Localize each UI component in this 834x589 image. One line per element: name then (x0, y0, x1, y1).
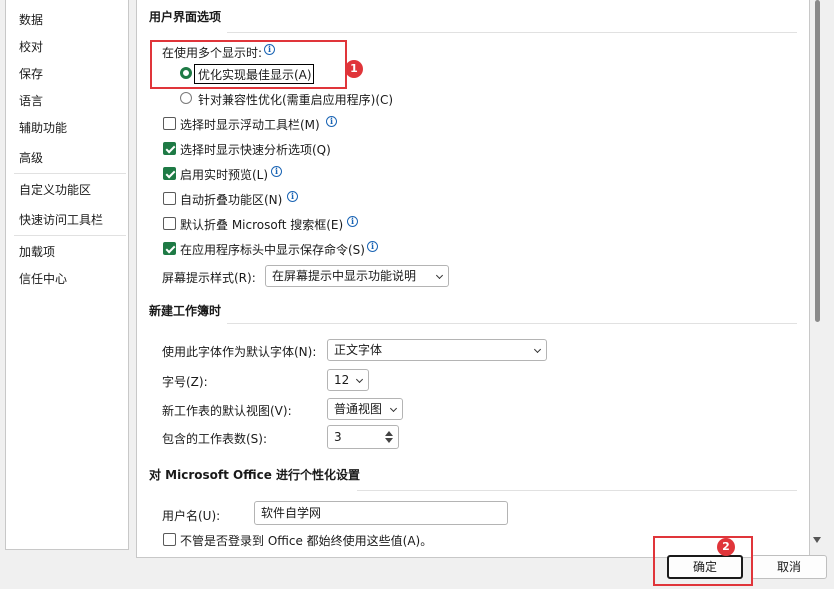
annotation-highlight-2 (653, 536, 753, 586)
spin-down-icon[interactable] (385, 438, 393, 443)
chevron-down-icon (355, 375, 364, 384)
info-icon[interactable]: i (326, 116, 337, 127)
content-scrollbar[interactable] (812, 0, 822, 558)
checkbox-collapse-search[interactable] (163, 217, 176, 230)
annotation-highlight-1 (150, 40, 347, 89)
font-size-select[interactable]: 12 (327, 369, 369, 391)
info-icon[interactable]: i (287, 191, 298, 202)
checkbox-show-save[interactable] (163, 242, 176, 255)
chevron-down-icon (389, 404, 398, 413)
info-icon[interactable]: i (367, 241, 378, 252)
chevron-down-icon (435, 271, 444, 280)
checkbox-quick-analysis-label[interactable]: 选择时显示快速分析选项(Q) (180, 141, 331, 158)
chevron-down-icon (533, 345, 542, 354)
nav-item-advanced[interactable]: 高级 (19, 149, 43, 166)
username-label: 用户名(U): (162, 509, 221, 523)
checkbox-quick-analysis[interactable] (163, 142, 176, 155)
options-content: 用户界面选项 在使用多个显示时: i 优化实现最佳显示(A) 针对兼容性优化(需… (136, 0, 810, 558)
excel-options-dialog: 数据 校对 保存 语言 辅助功能 高级 自定义功能区 快速访问工具栏 加载项 信… (0, 0, 834, 589)
sheet-count-stepper[interactable]: 3 (327, 425, 399, 449)
nav-item-quick-access-toolbar[interactable]: 快速访问工具栏 (19, 211, 103, 228)
nav-item-save[interactable]: 保存 (19, 65, 43, 82)
spin-up-icon[interactable] (385, 431, 393, 436)
nav-divider (14, 235, 126, 236)
font-size-label: 字号(Z): (162, 375, 208, 389)
nav-item-trust-center[interactable]: 信任中心 (19, 270, 67, 287)
nav-divider (14, 173, 126, 174)
section-title-personalize: 对 Microsoft Office 进行个性化设置 (149, 468, 361, 482)
radio-compatibility[interactable] (180, 92, 192, 104)
nav-item-language[interactable]: 语言 (19, 92, 43, 109)
default-view-select[interactable]: 普通视图 (327, 398, 403, 420)
username-input[interactable]: 软件自学网 (254, 501, 508, 525)
default-font-value: 正文字体 (334, 343, 383, 357)
default-font-label: 使用此字体作为默认字体(N): (162, 345, 317, 359)
checkbox-mini-toolbar-label[interactable]: 选择时显示浮动工具栏(M) (180, 116, 320, 133)
checkbox-show-save-label[interactable]: 在应用程序标头中显示保存命令(S) (180, 241, 365, 258)
nav-item-proofing[interactable]: 校对 (19, 38, 43, 55)
screentip-style-select[interactable]: 在屏幕提示中显示功能说明 (265, 265, 449, 287)
section-divider (357, 490, 797, 491)
checkbox-collapse-ribbon-label[interactable]: 自动折叠功能区(N) (180, 191, 282, 208)
options-nav: 数据 校对 保存 语言 辅助功能 高级 自定义功能区 快速访问工具栏 加载项 信… (5, 0, 129, 550)
radio-compatibility-label[interactable]: 针对兼容性优化(需重启应用程序)(C) (198, 91, 393, 108)
checkbox-collapse-search-label[interactable]: 默认折叠 Microsoft 搜索框(E) (180, 216, 343, 233)
annotation-badge-2: 2 (717, 538, 735, 556)
nav-item-data[interactable]: 数据 (19, 11, 43, 28)
annotation-badge-1: 1 (345, 60, 363, 78)
scroll-thumb[interactable] (815, 0, 820, 322)
section-divider (227, 32, 797, 33)
default-view-value: 普通视图 (334, 402, 383, 416)
font-size-value: 12 (334, 373, 350, 387)
nav-item-addins[interactable]: 加载项 (19, 243, 55, 260)
checkbox-live-preview-label[interactable]: 启用实时预览(L) (180, 166, 268, 183)
nav-item-accessibility[interactable]: 辅助功能 (19, 119, 67, 136)
section-divider (227, 323, 797, 324)
scroll-down-icon[interactable] (813, 537, 821, 543)
default-view-label: 新工作表的默认视图(V): (162, 404, 292, 418)
nav-item-customize-ribbon[interactable]: 自定义功能区 (19, 181, 91, 198)
section-title-ui-options: 用户界面选项 (149, 10, 222, 24)
screentip-style-value: 在屏幕提示中显示功能说明 (272, 269, 417, 283)
info-icon[interactable]: i (347, 216, 358, 227)
info-icon[interactable]: i (271, 166, 282, 177)
checkbox-always-use-label[interactable]: 不管是否登录到 Office 都始终使用这些值(A)。 (180, 532, 432, 549)
screentip-label: 屏幕提示样式(R): (162, 271, 256, 285)
checkbox-collapse-ribbon[interactable] (163, 192, 176, 205)
checkbox-mini-toolbar[interactable] (163, 117, 176, 130)
sheet-count-value: 3 (334, 430, 342, 444)
default-font-select[interactable]: 正文字体 (327, 339, 547, 361)
checkbox-live-preview[interactable] (163, 167, 176, 180)
sheet-count-label: 包含的工作表数(S): (162, 432, 268, 446)
section-title-new-workbook: 新建工作簿时 (149, 304, 222, 318)
checkbox-always-use[interactable] (163, 533, 176, 546)
username-value: 软件自学网 (261, 506, 322, 520)
cancel-button[interactable]: 取消 (751, 555, 827, 579)
